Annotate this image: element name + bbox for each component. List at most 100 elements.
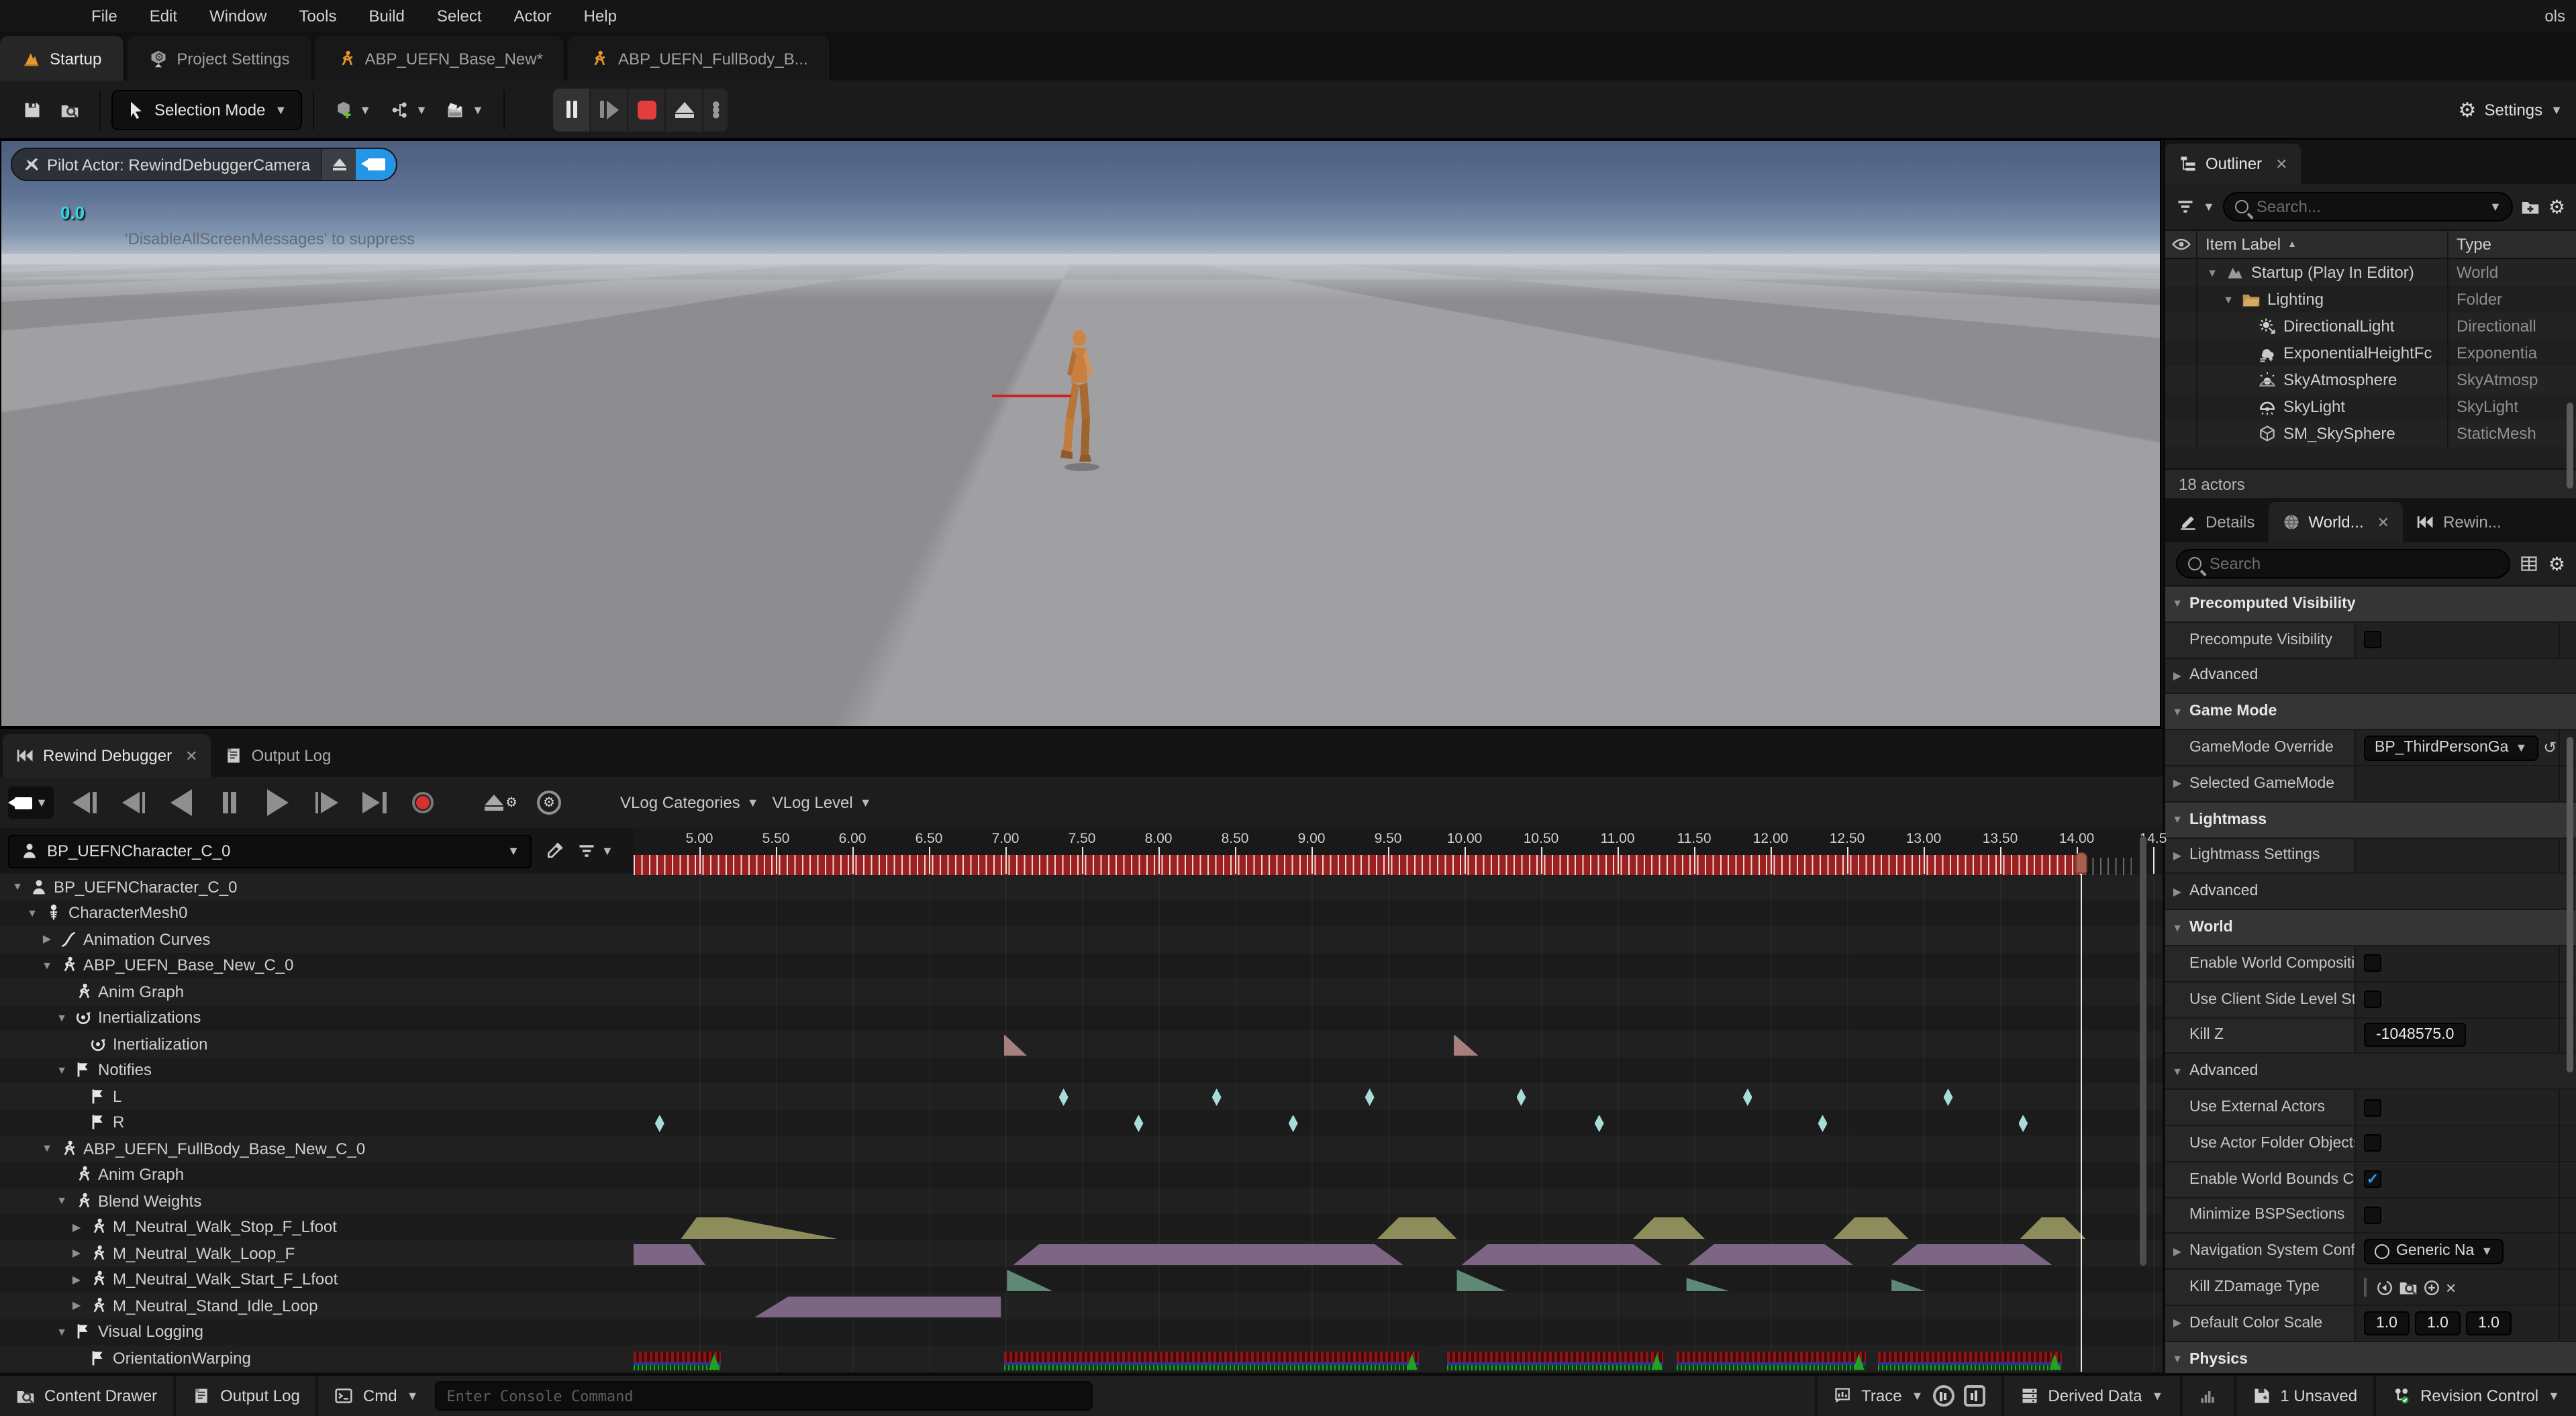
filter-chevron[interactable]: ▼ xyxy=(2203,200,2215,213)
group-advanced[interactable]: ▶Advanced xyxy=(2165,874,2576,911)
expander-icon[interactable]: ▼ xyxy=(2165,598,2189,610)
outliner-row[interactable]: ▼LightingFolder xyxy=(2165,286,2576,313)
browse-content-button[interactable] xyxy=(51,89,89,130)
outliner-search-input[interactable] xyxy=(2257,197,2481,216)
add-icon[interactable] xyxy=(2423,1278,2440,1296)
level-viewport[interactable]: Pilot Actor: RewindDebuggerCamera 0.0 'D… xyxy=(0,140,2161,727)
expander-icon[interactable]: ▼ xyxy=(40,960,54,972)
numeric-input[interactable]: 1.0 xyxy=(2466,1311,2512,1335)
tab-outliner[interactable]: Outliner ✕ xyxy=(2165,144,2301,184)
reset-to-default-icon[interactable]: ↺ xyxy=(2543,738,2557,757)
tree-item-abp-uefn-base-new-c-0[interactable]: ▼ABP_UEFN_Base_New_C_0 xyxy=(40,952,294,978)
revision-control-dropdown[interactable]: Revision Control ▼ xyxy=(2376,1376,2576,1416)
tab-rewind-debugger[interactable]: Rewind Debugger✕ xyxy=(3,734,211,777)
vlog-level-dropdown[interactable]: VLog Level▼ xyxy=(773,793,872,812)
debug-target-dropdown[interactable]: BP_UEFNCharacter_C_0 ▼ xyxy=(8,834,532,868)
expander-icon[interactable]: ▼ xyxy=(55,1064,68,1076)
expander-icon[interactable]: ▼ xyxy=(26,907,39,919)
rewind-settings-button[interactable]: ⚙ xyxy=(532,785,566,820)
details-search-input[interactable] xyxy=(2210,554,2499,573)
reverse-play-button[interactable] xyxy=(164,785,199,820)
expander-icon[interactable]: ▶ xyxy=(2165,1245,2189,1257)
tree-item-charactermesh0[interactable]: ▼CharacterMesh0 xyxy=(26,900,187,926)
clear-icon[interactable]: × xyxy=(2446,1277,2456,1297)
tab-world[interactable]: World...✕ xyxy=(2268,502,2403,542)
autoeject-settings-button[interactable]: ⚙ xyxy=(483,785,518,820)
expander-icon[interactable]: ▶ xyxy=(2165,778,2189,790)
menu-item-actor[interactable]: Actor xyxy=(498,0,568,32)
outliner-row[interactable]: SkyLightSkyLight xyxy=(2165,393,2576,420)
close-icon[interactable]: ✕ xyxy=(185,747,197,764)
checkbox[interactable] xyxy=(2364,1099,2381,1116)
section-game-mode[interactable]: ▼Game Mode xyxy=(2165,695,2576,731)
checkbox[interactable] xyxy=(2364,955,2381,972)
insights-icon[interactable] xyxy=(1932,1385,1954,1407)
timeline-playhead[interactable] xyxy=(2081,855,2083,1372)
tab-output-log[interactable]: Output Log xyxy=(211,734,345,777)
eject-button[interactable] xyxy=(666,88,704,131)
editor-tab-project-settings[interactable]: ⚙Project Settings xyxy=(127,36,312,81)
filter-icon[interactable] xyxy=(2176,197,2195,216)
tree-item-anim-graph[interactable]: Anim Graph xyxy=(55,1162,184,1188)
blueprints-dropdown[interactable]: ▼ xyxy=(381,89,437,130)
tree-item-m-neutral-stand-idle-loop[interactable]: ▶M_Neutral_Stand_Idle_Loop xyxy=(70,1293,318,1319)
unsaved-button[interactable]: * 1 Unsaved xyxy=(2236,1376,2376,1416)
cinematics-dropdown[interactable]: ▼ xyxy=(437,89,493,130)
pilot-actor-pill[interactable]: Pilot Actor: RewindDebuggerCamera xyxy=(11,148,397,181)
expander-icon[interactable]: ▼ xyxy=(2165,1353,2189,1365)
checkbox[interactable] xyxy=(2364,1135,2381,1152)
tab-details[interactable]: Details xyxy=(2165,502,2268,542)
playhead-scrub-handle[interactable] xyxy=(2075,852,2087,874)
timeline-scrollbar[interactable] xyxy=(2140,836,2146,1266)
outliner-row[interactable]: SM_SkySphereStaticMesh xyxy=(2165,420,2576,447)
tree-item-orientationwarping[interactable]: OrientationWarping xyxy=(70,1345,251,1371)
browse-asset-icon[interactable] xyxy=(2399,1278,2418,1297)
editor-tab-abp-uefn-fullbody-b-[interactable]: ABP_UEFN_FullBody_B... xyxy=(568,36,831,81)
pick-actor-icon[interactable] xyxy=(545,842,564,860)
camera-mode-dropdown[interactable]: ▼ xyxy=(8,787,54,819)
menu-item-tools[interactable]: Tools xyxy=(283,0,352,32)
cmd-dropdown[interactable]: Cmd ▼ xyxy=(319,1376,435,1416)
tree-item-notifies[interactable]: ▼Notifies xyxy=(55,1057,152,1083)
recording-range-band[interactable] xyxy=(634,855,2084,875)
group-advanced[interactable]: ▶Advanced xyxy=(2165,658,2576,695)
numeric-input[interactable]: 1.0 xyxy=(2415,1311,2461,1335)
track-filter-chevron[interactable]: ▼ xyxy=(601,844,613,858)
trace-dropdown[interactable]: Trace ▼ xyxy=(1814,1376,2003,1416)
expander-icon[interactable]: ▶ xyxy=(2165,1317,2189,1329)
menu-item-help[interactable]: Help xyxy=(568,0,633,32)
stop-button[interactable] xyxy=(629,88,666,131)
derived-data-dropdown[interactable]: Derived Data ▼ xyxy=(2003,1376,2182,1416)
selection-mode-dropdown[interactable]: Selection Mode ▼ xyxy=(111,89,301,130)
menu-item-build[interactable]: Build xyxy=(352,0,420,32)
tree-item-m-neutral-walk-loop-f[interactable]: ▶M_Neutral_Walk_Loop_F xyxy=(70,1240,295,1266)
expander-icon[interactable]: ▼ xyxy=(2165,706,2189,718)
expander-icon[interactable]: ▶ xyxy=(40,933,54,946)
expander-icon[interactable]: ▼ xyxy=(40,1143,54,1155)
tab-rewin[interactable]: Rewin... xyxy=(2403,502,2515,542)
visibility-toggle[interactable] xyxy=(2165,286,2197,313)
expander-icon[interactable]: ▶ xyxy=(70,1221,83,1233)
details-search[interactable] xyxy=(2176,549,2511,578)
expander-icon[interactable]: ▶ xyxy=(70,1274,83,1286)
expander-icon[interactable]: ▼ xyxy=(2165,921,2189,933)
expander-icon[interactable]: ▼ xyxy=(2222,293,2235,305)
visibility-toggle[interactable] xyxy=(2165,313,2197,340)
outliner-row[interactable]: DirectionalLightDirectionall xyxy=(2165,313,2576,340)
profiler-icon[interactable] xyxy=(1963,1385,1985,1407)
group-advanced[interactable]: ▼Advanced xyxy=(2165,1054,2576,1091)
tree-item-inertialization[interactable]: Inertialization xyxy=(70,1031,207,1057)
transport-more-button[interactable]: ●●● xyxy=(704,88,728,131)
tree-item-anim-graph[interactable]: Anim Graph xyxy=(55,978,184,1005)
expander-icon[interactable]: ▶ xyxy=(2165,886,2189,898)
tree-item-m-neutral-walk-stop-f-lfoot[interactable]: ▶M_Neutral_Walk_Stop_F_Lfoot xyxy=(70,1214,337,1240)
skip-to-start-button[interactable] xyxy=(67,785,102,820)
value-dropdown[interactable]: Generic Na▼ xyxy=(2364,1238,2504,1264)
expander-icon[interactable]: ▶ xyxy=(70,1248,83,1260)
checkbox[interactable] xyxy=(2364,631,2381,648)
tree-item-bp-uefncharacter-c-0[interactable]: ▼BP_UEFNCharacter_C_0 xyxy=(11,874,237,900)
numeric-input[interactable]: -1048575.0 xyxy=(2364,1023,2466,1048)
details-settings-gear-icon[interactable]: ⚙ xyxy=(2548,552,2565,575)
checkbox[interactable] xyxy=(2364,1207,2381,1224)
pause-button[interactable] xyxy=(554,88,591,131)
